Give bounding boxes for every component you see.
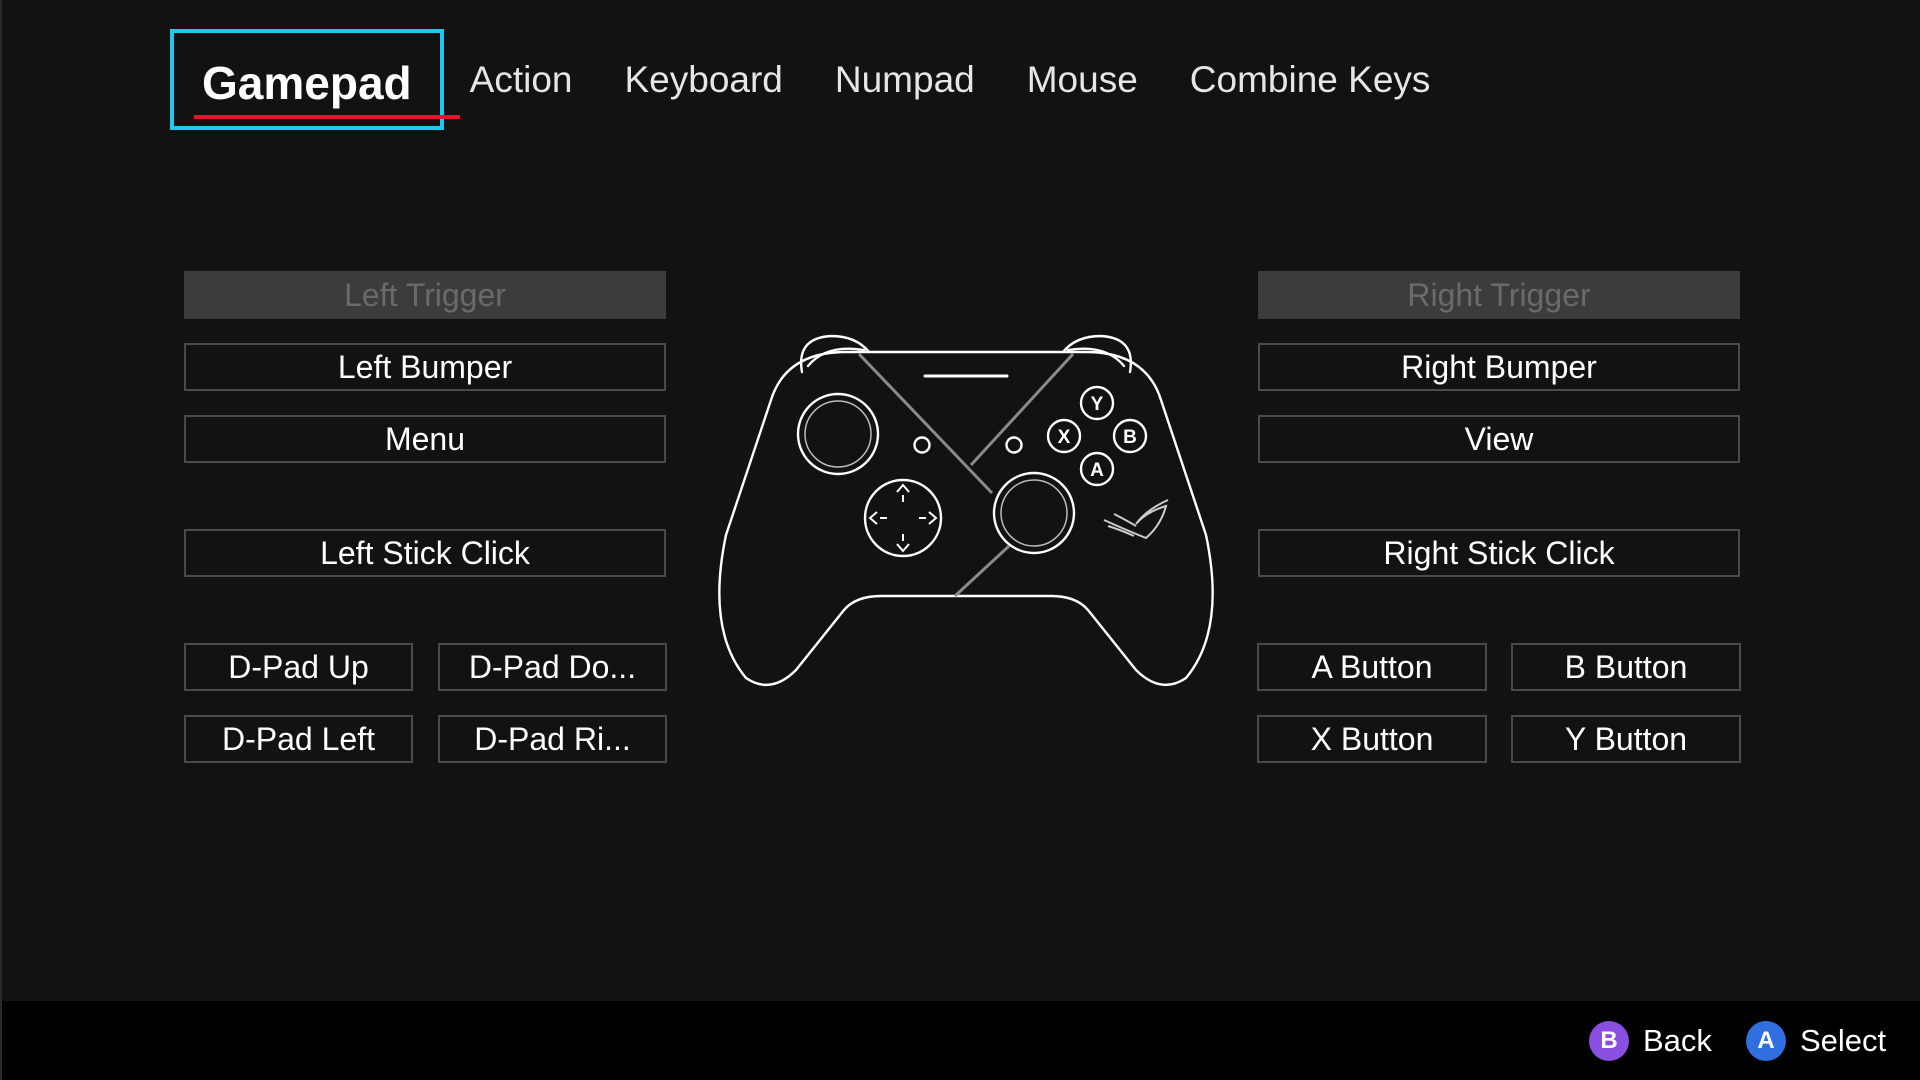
back-hint[interactable]: B Back [1589, 1019, 1712, 1063]
tab-mouse-label: Mouse [1026, 59, 1138, 100]
x-button-mapping[interactable]: X Button [1257, 715, 1487, 763]
active-tab-underline [194, 115, 460, 119]
tab-mouse[interactable]: Mouse [1001, 29, 1164, 130]
tab-keyboard-label: Keyboard [624, 59, 783, 100]
controller-divider-lines [857, 352, 1075, 598]
tab-combine-keys-label: Combine Keys [1189, 59, 1431, 100]
a-button-icon: A [1746, 1021, 1786, 1061]
menu-button[interactable]: Menu [184, 415, 666, 463]
tab-gamepad-label: Gamepad [202, 57, 412, 109]
tab-keyboard[interactable]: Keyboard [598, 29, 808, 130]
right-bumper-shape [1061, 334, 1133, 374]
tab-numpad[interactable]: Numpad [809, 29, 1001, 130]
right-trigger-button: Right Trigger [1258, 271, 1740, 319]
dpad-shape [863, 478, 943, 558]
b-button-icon: B [1589, 1021, 1629, 1061]
left-stick-outer [796, 392, 880, 476]
left-bumper-shape [799, 334, 871, 374]
face-b-label: B [1123, 427, 1137, 448]
y-button-mapping[interactable]: Y Button [1511, 715, 1741, 763]
tab-numpad-label: Numpad [834, 59, 975, 100]
dpad-left-button[interactable]: D-Pad Left [184, 715, 413, 763]
select-label: Select [1800, 1023, 1887, 1058]
left-bumper-button[interactable]: Left Bumper [184, 343, 666, 391]
tab-combine-keys[interactable]: Combine Keys [1164, 29, 1457, 130]
tab-action-label: Action [469, 59, 573, 100]
gamepad-mapping-screen: Gamepad Action Keyboard Numpad Mouse Com… [0, 0, 1920, 1080]
dpad-right-button[interactable]: D-Pad Ri... [438, 715, 667, 763]
tab-action[interactable]: Action [444, 29, 599, 130]
tab-gamepad[interactable]: Gamepad [170, 29, 460, 130]
right-stick-click-button[interactable]: Right Stick Click [1258, 529, 1740, 577]
b-button-mapping[interactable]: B Button [1511, 643, 1741, 691]
left-trigger-button: Left Trigger [184, 271, 666, 319]
left-stick-click-button[interactable]: Left Stick Click [184, 529, 666, 577]
tab-bar: Gamepad Action Keyboard Numpad Mouse Com… [170, 29, 1456, 130]
footer-bar: B Back A Select [2, 1001, 1920, 1080]
right-bumper-button[interactable]: Right Bumper [1258, 343, 1740, 391]
face-y-label: Y [1091, 394, 1104, 415]
dpad-up-button[interactable]: D-Pad Up [184, 643, 413, 691]
back-label: Back [1643, 1023, 1712, 1058]
select-hint[interactable]: A Select [1746, 1019, 1886, 1063]
right-stick-outer [992, 471, 1076, 555]
controller-body-shape [718, 350, 1214, 687]
rog-logo-icon [1103, 499, 1169, 540]
dpad-down-button[interactable]: D-Pad Do... [438, 643, 667, 691]
view-button[interactable]: View [1258, 415, 1740, 463]
a-button-mapping[interactable]: A Button [1257, 643, 1487, 691]
face-x-label: X [1058, 427, 1071, 448]
controller-illustration: Y X B A [718, 334, 1214, 687]
face-a-label: A [1090, 460, 1104, 481]
